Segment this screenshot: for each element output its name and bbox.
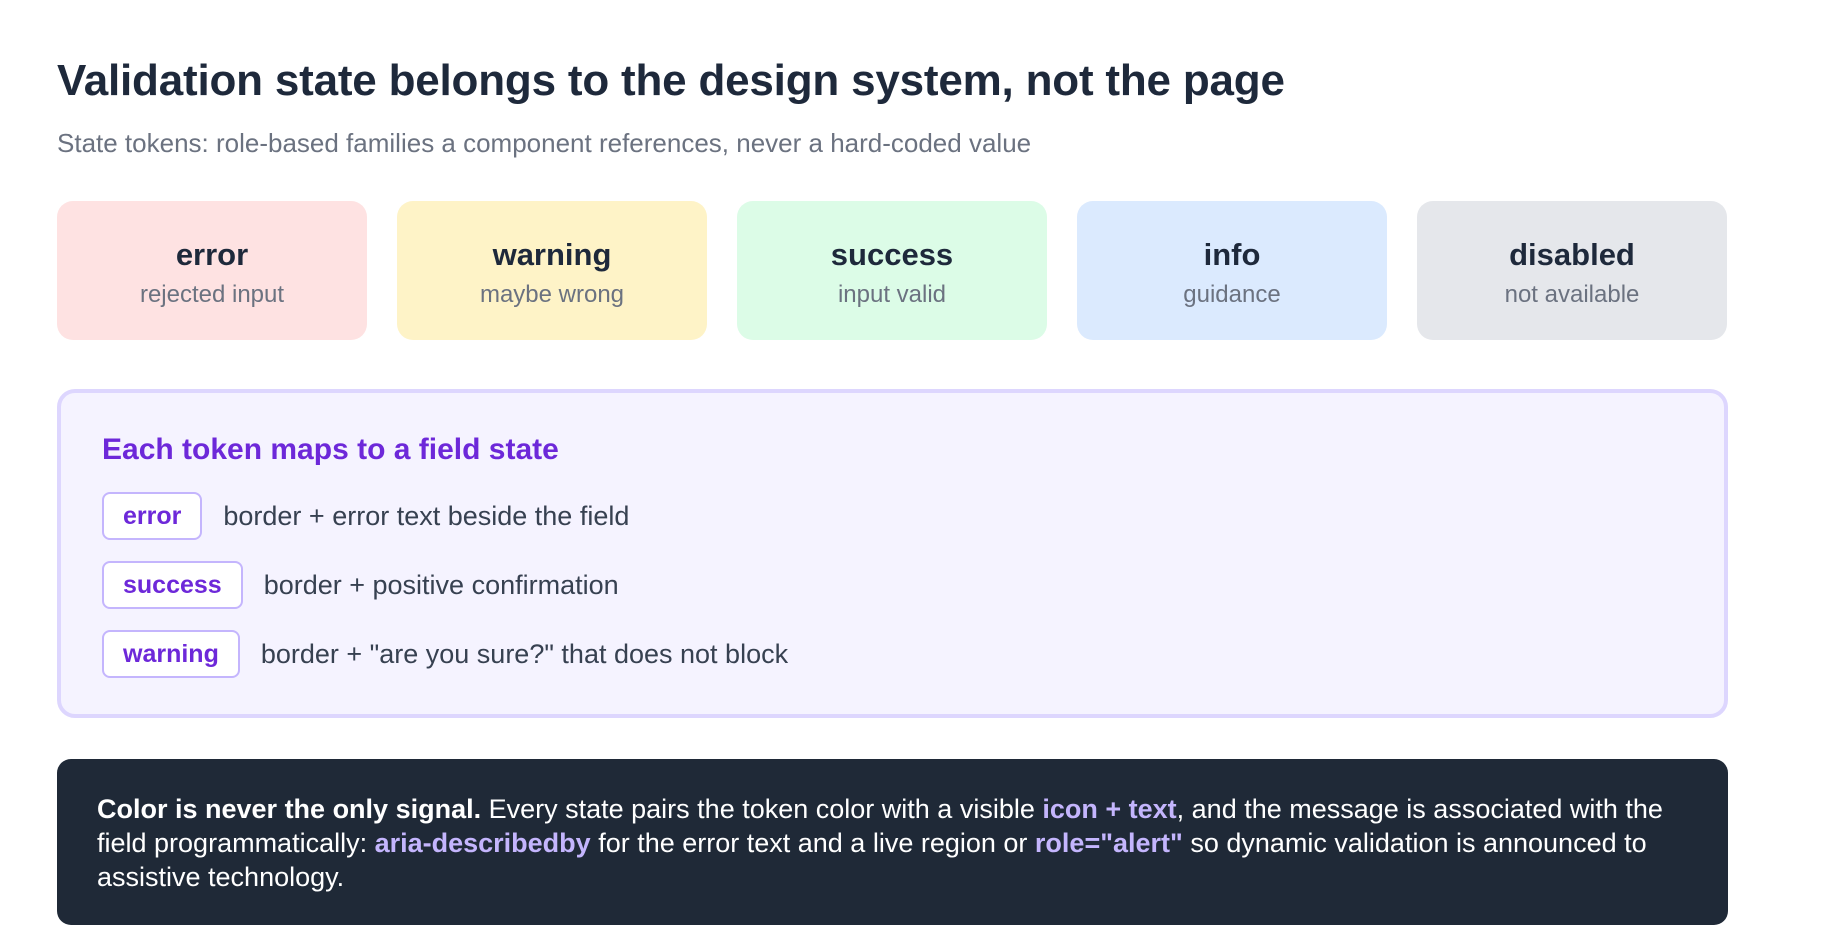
mapping-title: Each token maps to a field state — [102, 433, 559, 466]
token-card-error: error rejected input — [57, 201, 367, 340]
page-subtitle: State tokens: role-based families a comp… — [57, 128, 1032, 158]
token-chip: warning — [102, 630, 240, 678]
mapping-description: border + error text beside the field — [223, 500, 630, 531]
note-highlight: aria-describedby — [374, 828, 591, 858]
note-text: for the error text and a live region or — [590, 828, 1035, 858]
token-name: warning — [492, 237, 612, 272]
note-text: Every state pairs the token color with a… — [481, 794, 1043, 824]
token-chip: success — [102, 561, 243, 609]
note-lead: Color is never the only signal. — [97, 794, 482, 824]
token-chip: error — [102, 492, 203, 540]
token-description: guidance — [1183, 281, 1281, 308]
mapping-row-warning: warning border + "are you sure?" that do… — [102, 630, 788, 678]
state-token-list: error rejected input warning maybe wrong… — [57, 201, 1728, 340]
token-name: error — [175, 237, 249, 272]
mapping-row-error: error border + error text beside the fie… — [102, 492, 629, 540]
token-card-info: info guidance — [1077, 201, 1387, 340]
token-name: success — [830, 237, 954, 272]
note-highlight: icon + text — [1042, 794, 1177, 824]
token-card-success: success input valid — [737, 201, 1047, 340]
token-card-warning: warning maybe wrong — [397, 201, 707, 340]
token-name: disabled — [1509, 237, 1635, 272]
mapping-description: border + "are you sure?" that does not b… — [260, 638, 789, 669]
mapping-description: border + positive confirmation — [263, 569, 619, 600]
token-mapping-panel: Each token maps to a field state error b… — [57, 389, 1728, 718]
token-card-disabled: disabled not available — [1417, 201, 1727, 340]
token-description: input valid — [837, 281, 947, 308]
token-description: maybe wrong — [479, 281, 625, 308]
accessibility-note: Color is never the only signal. Every st… — [57, 759, 1728, 925]
token-name: info — [1203, 237, 1261, 272]
mapping-row-success: success border + positive confirmation — [102, 561, 619, 609]
page-title: Validation state belongs to the design s… — [57, 56, 1285, 105]
token-description: not available — [1504, 281, 1640, 308]
token-description: rejected input — [139, 281, 285, 308]
note-highlight: role="alert" — [1034, 828, 1183, 858]
